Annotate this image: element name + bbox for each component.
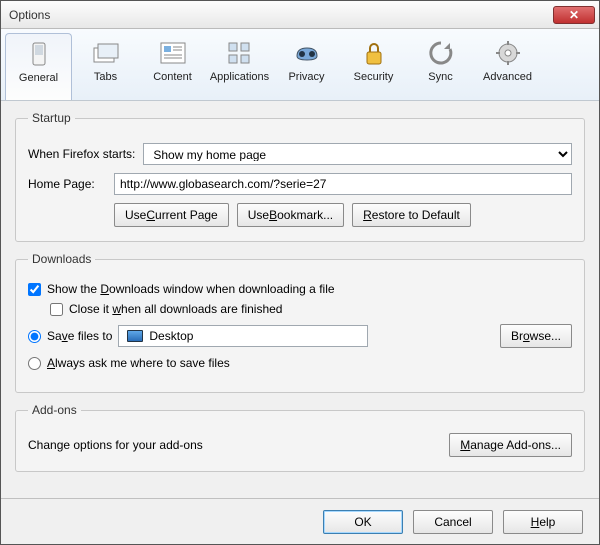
tab-content[interactable]: Content (139, 33, 206, 100)
tab-sync[interactable]: Sync (407, 33, 474, 100)
general-icon (24, 40, 54, 68)
footer: OK Cancel Help (1, 498, 599, 544)
always-ask-radio[interactable] (28, 357, 41, 370)
addons-legend: Add-ons (28, 403, 81, 417)
close-icon: ✕ (569, 8, 579, 22)
tab-tabs[interactable]: Tabs (72, 33, 139, 100)
tab-advanced[interactable]: Advanced (474, 33, 541, 100)
homepage-input[interactable] (114, 173, 572, 195)
desktop-icon (127, 330, 143, 342)
titlebar: Options ✕ (1, 1, 599, 29)
addons-group: Add-ons Change options for your add-ons … (15, 403, 585, 472)
cancel-button[interactable]: Cancel (413, 510, 493, 534)
save-files-to-label: Save files to (47, 329, 112, 343)
tab-label: Applications (210, 71, 269, 83)
tab-label: Content (153, 71, 192, 83)
downloads-group: Downloads Show the Downloads window when… (15, 252, 585, 393)
window-title: Options (9, 8, 553, 22)
tab-label: General (19, 72, 58, 84)
tab-label: Security (354, 71, 394, 83)
always-ask-label: Always ask me where to save files (47, 356, 230, 370)
tab-label: Advanced (483, 71, 532, 83)
startup-group: Startup When Firefox starts: Show my hom… (15, 111, 585, 242)
tab-label: Sync (428, 71, 452, 83)
save-location-box: Desktop (118, 325, 368, 347)
close-button[interactable]: ✕ (553, 6, 595, 24)
content-icon (158, 39, 188, 67)
save-files-to-radio[interactable] (28, 330, 41, 343)
tab-applications[interactable]: Applications (206, 33, 273, 100)
options-window: Options ✕ General Tabs Content Applicati… (0, 0, 600, 545)
addons-desc: Change options for your add-ons (28, 438, 203, 452)
tabs-icon (91, 39, 121, 67)
browse-button[interactable]: Browse... (500, 324, 572, 348)
homepage-label: Home Page: (28, 177, 106, 191)
show-downloads-window-label: Show the Downloads window when downloadi… (47, 282, 335, 296)
tab-security[interactable]: Security (340, 33, 407, 100)
close-when-done-label: Close it when all downloads are finished (69, 302, 282, 316)
close-when-done-checkbox[interactable] (50, 303, 63, 316)
restore-default-button[interactable]: Restore to Default (352, 203, 471, 227)
applications-icon (225, 39, 255, 67)
content-area: Startup When Firefox starts: Show my hom… (1, 101, 599, 498)
advanced-icon (493, 39, 523, 67)
security-icon (359, 39, 389, 67)
tab-privacy[interactable]: Privacy (273, 33, 340, 100)
tab-label: Tabs (94, 71, 117, 83)
use-bookmark-button[interactable]: Use Bookmark... (237, 203, 344, 227)
save-location-text: Desktop (149, 329, 193, 343)
sync-icon (426, 39, 456, 67)
category-tabs: General Tabs Content Applications Privac… (1, 29, 599, 101)
ok-button[interactable]: OK (323, 510, 403, 534)
help-button[interactable]: Help (503, 510, 583, 534)
show-downloads-window-checkbox[interactable] (28, 283, 41, 296)
when-firefox-starts-label: When Firefox starts: (28, 147, 135, 161)
tab-label: Privacy (288, 71, 324, 83)
downloads-legend: Downloads (28, 252, 95, 266)
tab-general[interactable]: General (5, 33, 72, 100)
startup-legend: Startup (28, 111, 75, 125)
use-current-page-button[interactable]: Use Current Page (114, 203, 229, 227)
privacy-icon (292, 39, 322, 67)
when-firefox-starts-select[interactable]: Show my home page (143, 143, 572, 165)
manage-addons-button[interactable]: Manage Add-ons... (449, 433, 572, 457)
